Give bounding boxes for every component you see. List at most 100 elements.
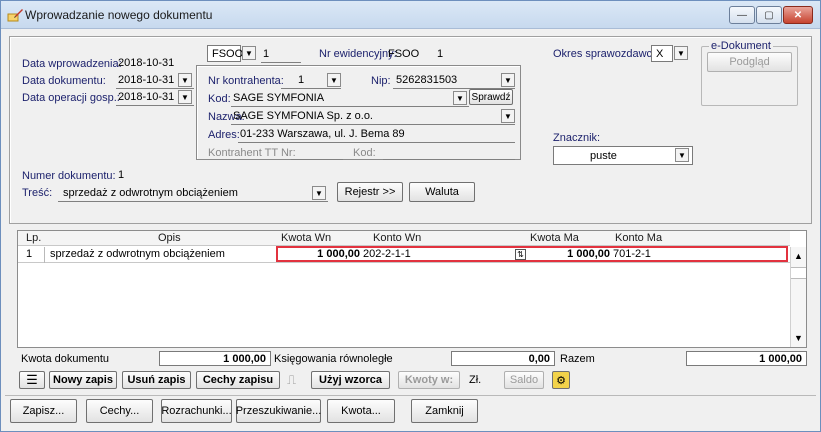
doc-type-select[interactable]: FSOO: [207, 45, 243, 62]
row-lp: 1: [26, 248, 33, 260]
nip-field[interactable]: 5262831503: [396, 74, 457, 86]
window-title: Wprowadzanie nowego dokumentu: [25, 8, 213, 22]
ksiegowania-value: 0,00: [451, 351, 555, 366]
e-dokument-label: e-Dokument: [709, 40, 773, 52]
row-konto-ma[interactable]: 701-2-1: [613, 248, 651, 260]
close-button[interactable]: ✕: [783, 6, 813, 24]
nip-dropdown-icon[interactable]: ▼: [501, 73, 515, 87]
nazwa-field[interactable]: SAGE SYMFONIA Sp. z o.o.: [233, 110, 373, 122]
kod2-field[interactable]: [383, 159, 515, 160]
swap-icon[interactable]: ⇅: [515, 249, 526, 260]
data-dokumentu-underline: [116, 88, 194, 89]
row-kwota-ma[interactable]: 1 000,00: [530, 248, 610, 260]
scroll-down-icon[interactable]: ▼: [794, 333, 803, 343]
znacznik-dropdown-icon[interactable]: ▼: [675, 148, 689, 162]
table-row[interactable]: 1 sprzedaż z odwrotnym obciążeniem 1 000…: [18, 246, 790, 263]
ksiegowania-label: Księgowania równoległe: [274, 353, 393, 365]
document-entry-window: Wprowadzanie nowego dokumentu — ▢ ✕ Data…: [0, 0, 821, 432]
kod-dropdown-icon[interactable]: ▼: [453, 91, 467, 105]
col-konto-ma: Konto Ma: [615, 232, 663, 244]
cechy-button[interactable]: Cechy...: [86, 399, 153, 423]
zapisz-button[interactable]: Zapisz...: [10, 399, 77, 423]
razem-label: Razem: [560, 353, 595, 365]
kod-underline: [231, 106, 469, 107]
data-dokumentu-dropdown-icon[interactable]: ▼: [178, 73, 192, 87]
bracket-icon[interactable]: ⎍: [287, 372, 296, 388]
nr-kontrahenta-label: Nr kontrahenta:: [208, 75, 284, 87]
scroll-up-icon[interactable]: ▲: [794, 251, 803, 261]
minimize-button[interactable]: —: [729, 6, 755, 24]
rejestr-button[interactable]: Rejestr >>: [337, 182, 403, 202]
menu-lines-icon[interactable]: ☰: [19, 371, 45, 389]
data-wprowadzenia-label: Data wprowadzenia:: [22, 58, 122, 70]
kod-label: Kod:: [208, 93, 231, 105]
razem-value: 1 000,00: [686, 351, 807, 366]
data-operacji-dropdown-icon[interactable]: ▼: [178, 90, 192, 104]
okres-dropdown-icon[interactable]: ▼: [674, 46, 688, 60]
kwota-dokumentu-value: 1 000,00: [159, 351, 271, 366]
numer-dokumentu-value: 1: [118, 169, 125, 181]
kod-field[interactable]: SAGE SYMFONIA: [233, 92, 324, 104]
kwota-button[interactable]: Kwota...: [327, 399, 395, 423]
row-separator: [44, 247, 45, 263]
doc-type-dropdown-icon[interactable]: ▼: [242, 46, 256, 60]
kwoty-w-button[interactable]: Kwoty w:: [398, 371, 460, 389]
nazwa-dropdown-icon[interactable]: ▼: [501, 109, 515, 123]
pencil-document-icon: [7, 9, 23, 22]
nr-ewid-value: FSOO: [388, 48, 420, 60]
col-konto-wn: Konto Wn: [373, 232, 422, 244]
data-dokumentu-field[interactable]: 2018-10-31: [118, 74, 174, 86]
grid-header: Lp. Opis Kwota Wn Konto Wn Kwota Ma Kont…: [18, 231, 790, 246]
data-wprowadzenia-value: 2018-10-31: [118, 57, 175, 69]
nr-kontrahenta-field[interactable]: 1: [298, 74, 304, 86]
col-kwota-ma: Kwota Ma: [530, 232, 579, 244]
currency-label: Zł.: [469, 374, 482, 386]
przeszukiwanie-button[interactable]: Przeszukiwanie...: [236, 399, 321, 423]
tresc-dropdown-icon[interactable]: ▼: [312, 186, 326, 200]
maximize-button[interactable]: ▢: [756, 6, 782, 24]
data-operacji-underline: [116, 105, 194, 106]
kontrahent-tt-field[interactable]: [291, 159, 343, 160]
grid-scrollbar[interactable]: ▲ ▼: [790, 247, 806, 347]
saldo-button[interactable]: Saldo: [504, 371, 544, 389]
rozrachunki-button[interactable]: Rozrachunki...: [161, 399, 232, 423]
entries-grid: Lp. Opis Kwota Wn Konto Wn Kwota Ma Kont…: [17, 230, 807, 348]
col-kwota-wn: Kwota Wn: [281, 232, 332, 244]
znacznik-label: Znacznik:: [553, 132, 601, 144]
adres-label: Adres:: [208, 129, 240, 141]
doc-number: 1: [263, 48, 270, 60]
znacznik-select[interactable]: puste: [553, 146, 693, 165]
row-kwota-wn[interactable]: 1 000,00: [280, 248, 360, 260]
nr-kontrahenta-dropdown-icon[interactable]: ▼: [327, 73, 341, 87]
nr-kontrahenta-underline: [281, 88, 341, 89]
podglad-button[interactable]: Podgląd: [707, 52, 792, 72]
nr-ewid-label: Nr ewidencyjny:: [319, 48, 397, 60]
data-dokumentu-label: Data dokumentu:: [22, 75, 106, 87]
kod2-label: Kod:: [353, 147, 376, 159]
tresc-field[interactable]: sprzedaż z odwrotnym obciążeniem: [63, 187, 238, 199]
data-operacji-field[interactable]: 2018-10-31: [118, 91, 174, 103]
adres-field[interactable]: 01-233 Warszawa, ul. J. Bema 89: [240, 128, 405, 140]
scroll-thumb[interactable]: [791, 267, 806, 279]
row-opis: sprzedaż z odwrotnym obciążeniem: [50, 248, 225, 260]
title-bar: Wprowadzanie nowego dokumentu — ▢ ✕: [1, 1, 820, 29]
zamknij-button[interactable]: Zamknij: [411, 399, 478, 423]
okres-label: Okres sprawozdawczy:: [553, 48, 667, 60]
kwota-dokumentu-label: Kwota dokumentu: [21, 353, 110, 365]
nazwa-underline: [231, 124, 515, 125]
footer-divider: [5, 395, 816, 396]
usun-zapis-button[interactable]: Usuń zapis: [122, 371, 191, 389]
okres-select[interactable]: X: [651, 45, 673, 62]
data-operacji-label: Data operacji gosp.:: [22, 92, 120, 104]
tresc-label: Treść:: [22, 187, 53, 199]
doc-number-underline: [261, 62, 301, 63]
sprawdz-button[interactable]: Sprawdź: [469, 89, 513, 105]
nowy-zapis-button[interactable]: Nowy zapis: [49, 371, 117, 389]
gear-icon[interactable]: ⚙: [552, 371, 570, 389]
col-opis: Opis: [158, 232, 181, 244]
waluta-button[interactable]: Waluta: [409, 182, 475, 202]
row-konto-wn[interactable]: 202-2-1-1: [363, 248, 411, 260]
nip-label: Nip:: [371, 75, 391, 87]
uzyj-wzorca-button[interactable]: Użyj wzorca: [311, 371, 390, 389]
cechy-zapisu-button[interactable]: Cechy zapisu: [196, 371, 280, 389]
